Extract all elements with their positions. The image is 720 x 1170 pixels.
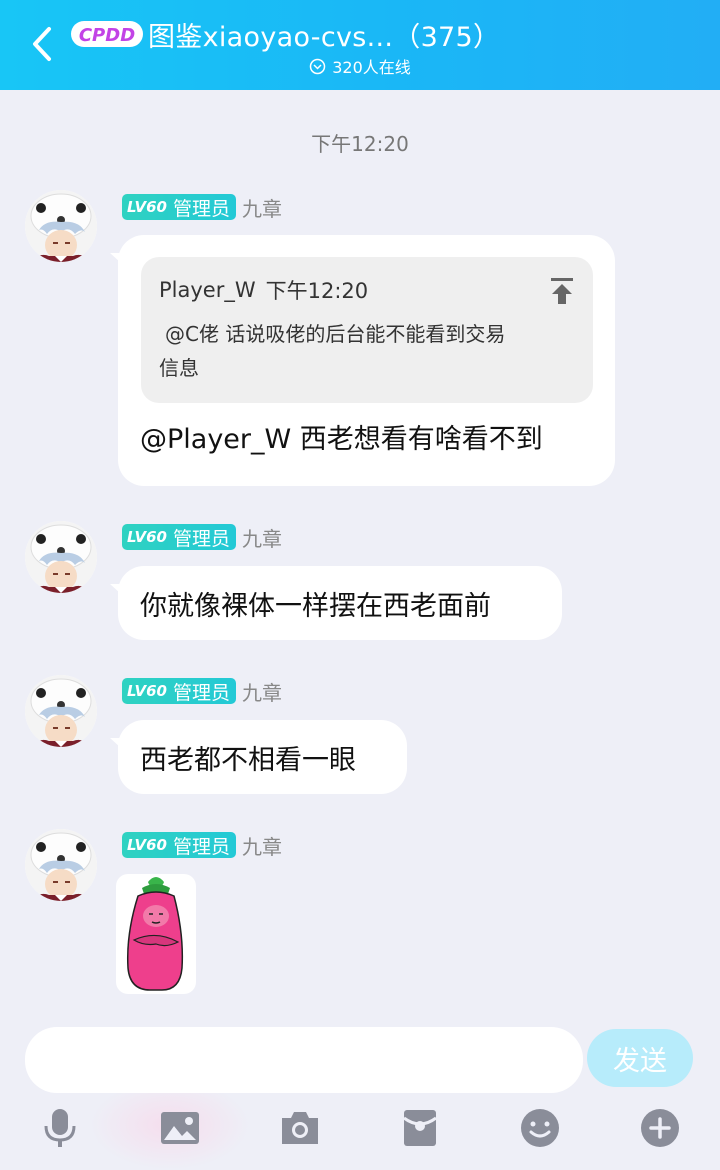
quoted-message[interactable]: Player_W 下午12:20 @C佬 话说吸佬的后台能不能看到交易 信息: [141, 257, 593, 403]
message-input[interactable]: [25, 1027, 583, 1093]
pink-radish-sticker[interactable]: [116, 874, 196, 994]
microphone-icon[interactable]: [38, 1106, 82, 1150]
message-text: 你就像裸体一样摆在西老面前: [140, 590, 491, 622]
send-button[interactable]: 发送: [587, 1029, 693, 1087]
quote-header: Player_W 下午12:20: [159, 275, 575, 305]
plus-icon[interactable]: [638, 1106, 682, 1150]
role-label: 管理员: [172, 197, 230, 220]
message-meta: LV60 管理员 九章: [122, 193, 282, 221]
quote-text: @C佬 话说吸佬的后台能不能看到交易 信息: [159, 317, 575, 385]
quote-text-line-1: @C佬 话说吸佬的后台能不能看到交易: [165, 322, 506, 346]
message-bubble[interactable]: 西老都不相看一眼: [118, 720, 407, 794]
page-title: 图鉴xiaoyao-cvs...（375）: [148, 21, 501, 53]
level-label: LV60: [127, 528, 167, 546]
sender-name[interactable]: 九章: [242, 523, 282, 552]
online-count: 320人在线: [332, 58, 411, 77]
message-text: 西老都不相看一眼: [140, 744, 356, 776]
level-label: LV60: [127, 836, 167, 854]
quote-text-line-2: 信息: [159, 356, 199, 380]
level-label: LV60: [127, 682, 167, 700]
image-icon[interactable]: [158, 1106, 202, 1150]
cpdd-logo: CPDD: [71, 21, 143, 47]
online-status: 320人在线: [0, 54, 720, 78]
time-divider: 下午12:20: [311, 132, 409, 156]
avatar[interactable]: [25, 521, 97, 593]
avatar[interactable]: [25, 190, 97, 262]
message-bubble[interactable]: 你就像裸体一样摆在西老面前: [118, 566, 562, 640]
chat-header: CPDD 图鉴xiaoyao-cvs...（375） 320人在线: [0, 0, 720, 90]
admin-badge: LV60 管理员: [122, 678, 236, 704]
svg-text:CPDD: CPDD: [79, 25, 135, 46]
sender-name[interactable]: 九章: [242, 677, 282, 706]
message-meta: LV60 管理员 九章: [122, 831, 282, 859]
message-meta: LV60 管理员 九章: [122, 677, 282, 705]
message-meta: LV60 管理员 九章: [122, 523, 282, 551]
bottom-toolbar: [0, 1100, 720, 1163]
level-label: LV60: [127, 198, 167, 216]
emoji-icon[interactable]: [518, 1106, 562, 1150]
red-packet-icon[interactable]: [398, 1106, 442, 1150]
message-text: @Player_W 西老想看有啥看不到: [140, 424, 543, 455]
admin-badge: LV60 管理员: [122, 194, 236, 220]
avatar[interactable]: [25, 675, 97, 747]
role-label: 管理员: [172, 835, 230, 858]
sender-name[interactable]: 九章: [242, 193, 282, 222]
role-label: 管理员: [172, 681, 230, 704]
camera-icon[interactable]: [278, 1106, 322, 1150]
jump-to-top-icon[interactable]: [549, 277, 575, 305]
avatar[interactable]: [25, 829, 97, 901]
admin-badge: LV60 管理员: [122, 524, 236, 550]
title-row[interactable]: CPDD 图鉴xiaoyao-cvs...（375）: [70, 14, 500, 54]
chevron-down-circle-icon: [309, 58, 326, 74]
sender-name[interactable]: 九章: [242, 831, 282, 860]
role-label: 管理员: [172, 527, 230, 550]
quote-time: 下午12:20: [265, 279, 369, 303]
quote-author: Player_W: [159, 278, 256, 302]
admin-badge: LV60 管理员: [122, 832, 236, 858]
